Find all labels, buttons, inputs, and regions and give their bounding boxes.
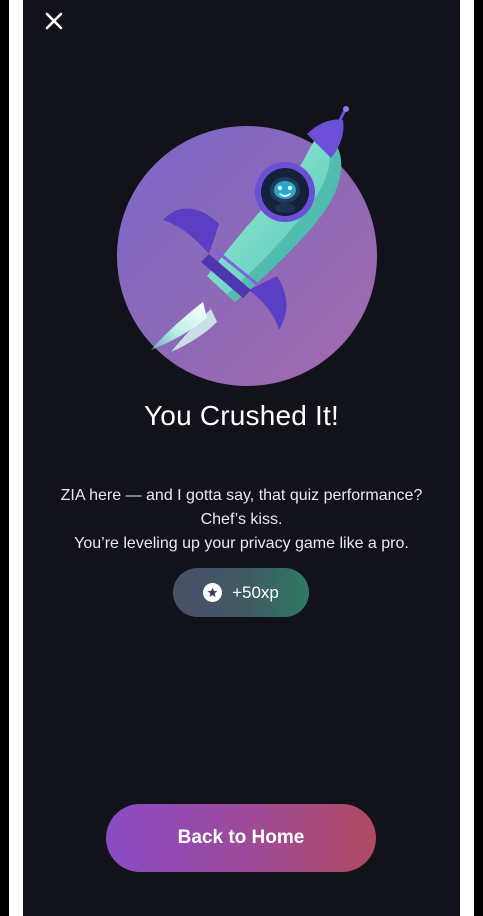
message-line: ZIA here — and I gotta say, that quiz pe… xyxy=(60,487,423,504)
quiz-result-screen: You Crushed It! ZIA here — and I gotta s… xyxy=(23,0,460,916)
rocket-with-robot-illustration xyxy=(117,106,377,386)
result-message: ZIA here — and I gotta say, that quiz pe… xyxy=(33,484,450,556)
message-line: Chef’s kiss. xyxy=(200,511,283,528)
close-icon xyxy=(45,12,63,30)
back-to-home-button[interactable]: Back to Home xyxy=(106,804,376,872)
star-badge-icon xyxy=(203,583,223,602)
device-frame: You Crushed It! ZIA here — and I gotta s… xyxy=(0,0,483,916)
result-title: You Crushed It! xyxy=(144,400,339,431)
message-line: You’re leveling up your privacy game lik… xyxy=(74,535,409,552)
close-button[interactable] xyxy=(41,8,67,34)
frame-edge-left xyxy=(0,0,9,916)
xp-reward-badge: +50xp xyxy=(173,568,309,617)
frame-edge-right xyxy=(474,0,483,916)
xp-reward-label: +50xp xyxy=(232,582,279,602)
